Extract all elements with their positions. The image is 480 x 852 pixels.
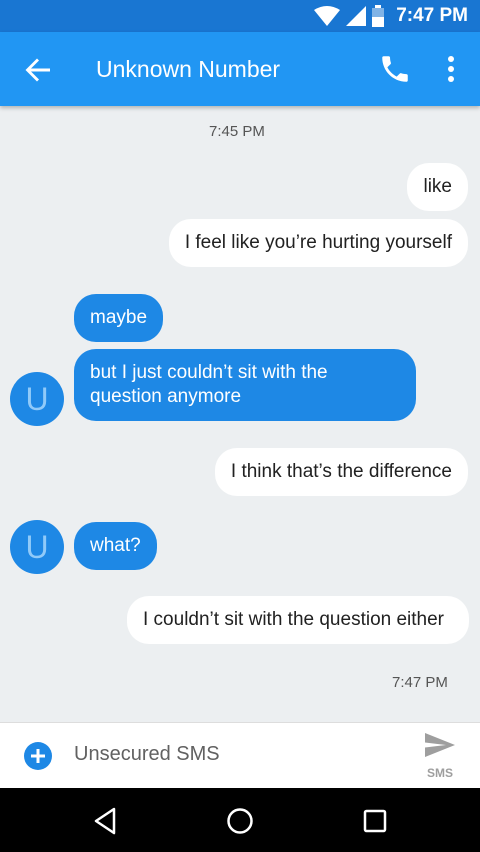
more-vert-icon[interactable] — [440, 54, 462, 84]
send-button[interactable]: SMS — [416, 731, 464, 783]
incoming-message[interactable]: but I just couldn’t sit with the questio… — [74, 349, 416, 421]
contact-avatar[interactable]: U — [10, 520, 64, 574]
nav-back-icon[interactable] — [90, 806, 120, 836]
back-arrow-icon[interactable] — [22, 54, 54, 86]
status-bar: 7:47 PM — [0, 0, 480, 32]
conversation-title: Unknown Number — [96, 56, 281, 82]
incoming-message[interactable]: what? — [74, 522, 157, 570]
outgoing-message[interactable]: I feel like you’re hurting yourself — [168, 219, 468, 267]
status-icons: 7:47 PM — [314, 5, 468, 27]
compose-bar: SMS — [0, 722, 480, 788]
app-bar: Unknown Number — [0, 32, 480, 106]
battery-icon — [372, 5, 385, 27]
wifi-icon — [314, 6, 341, 26]
nav-home-icon[interactable] — [225, 806, 255, 836]
conversation-list[interactable]: 7:45 PM like I feel like you’re hurting … — [0, 106, 480, 722]
outgoing-message[interactable]: I think that’s the difference — [214, 448, 468, 496]
message-timestamp: 7:45 PM — [209, 123, 265, 140]
status-time: 7:47 PM — [396, 5, 468, 26]
incoming-message[interactable]: maybe — [74, 294, 164, 342]
nav-recents-icon[interactable] — [360, 806, 390, 836]
navigation-bar — [0, 788, 480, 852]
send-label: SMS — [426, 766, 453, 780]
outgoing-message[interactable]: I couldn’t sit with the question either — [127, 596, 469, 644]
signal-icon — [346, 6, 367, 26]
message-input[interactable] — [74, 743, 394, 766]
add-attachment-button[interactable] — [24, 742, 52, 770]
phone-icon[interactable] — [378, 52, 412, 86]
message-timestamp: 7:47 PM — [392, 674, 448, 691]
outgoing-message[interactable]: like — [407, 163, 468, 211]
contact-avatar[interactable]: U — [10, 372, 64, 426]
send-icon — [425, 733, 455, 757]
add-icon — [31, 749, 45, 763]
